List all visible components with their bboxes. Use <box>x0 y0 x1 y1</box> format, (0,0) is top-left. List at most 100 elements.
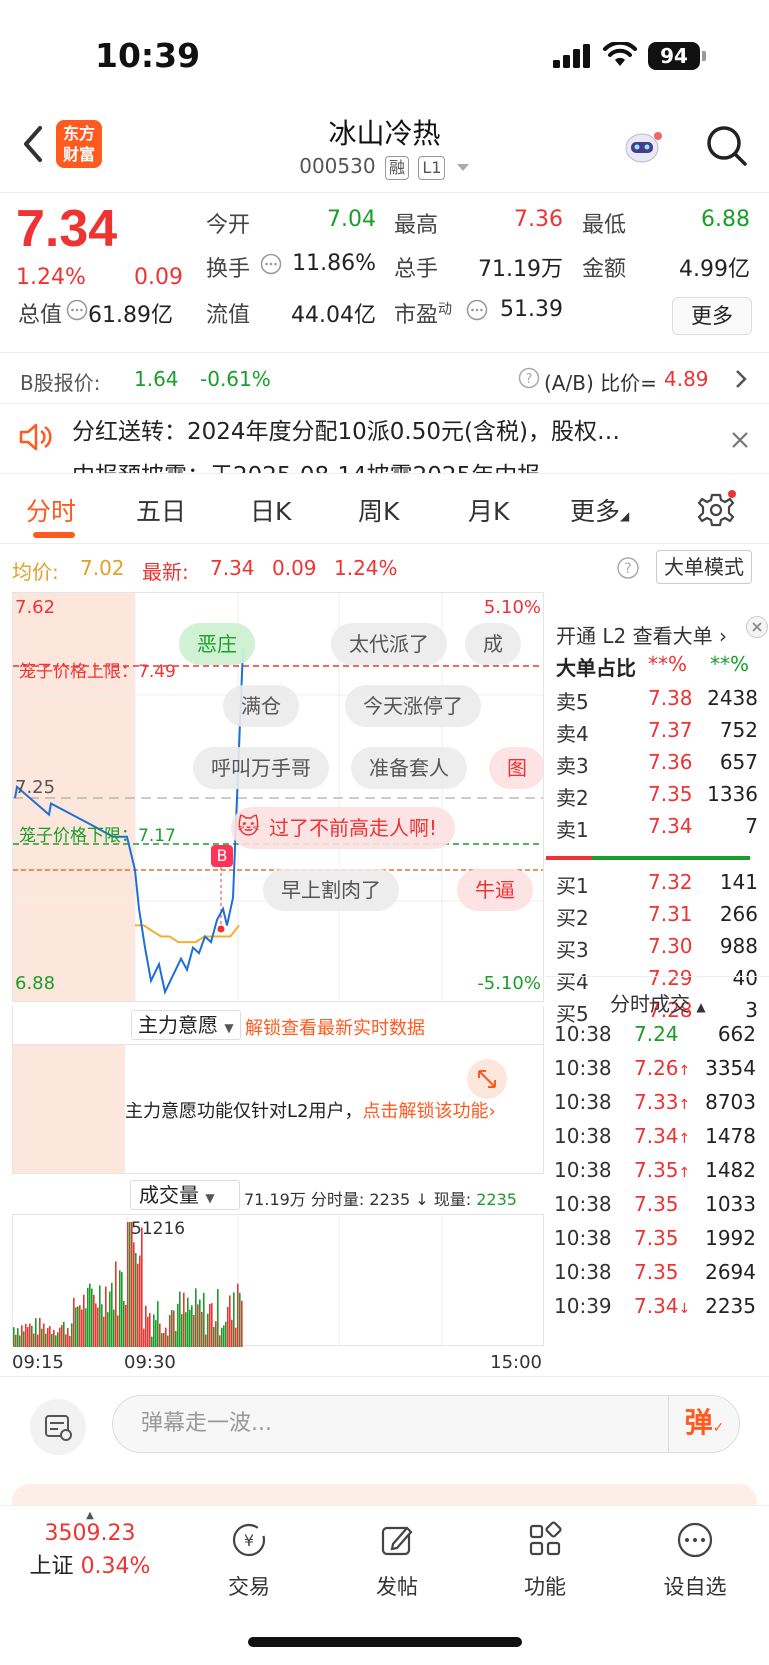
nav-trade[interactable]: ¥ 交易 <box>194 1520 304 1601</box>
tab-monthly-k[interactable]: 月K <box>468 492 509 528</box>
index-ticker[interactable]: ▲ 3509.23 上证 0.34% <box>20 1510 160 1580</box>
volume-bar <box>241 1300 243 1347</box>
tab-daily-k[interactable]: 日K <box>250 492 291 528</box>
volume-bar <box>15 1334 17 1347</box>
volume-bar <box>105 1286 107 1347</box>
indicator-selector[interactable]: 主力意愿 ▼ <box>131 1010 241 1040</box>
danmu-bubble[interactable]: 牛逼 <box>457 869 533 911</box>
volume-bar <box>163 1332 165 1347</box>
volume-bar <box>31 1325 33 1347</box>
main-force-header: 主力意愿 ▼ 解锁查看最新实时数据 <box>12 1006 544 1044</box>
nav-watchlist[interactable]: 设自选 <box>640 1520 750 1601</box>
tick-price: 7.34↑ <box>634 1124 691 1148</box>
danmu-bubble[interactable]: 准备套人 <box>351 747 467 789</box>
settings-gear-icon[interactable] <box>696 490 736 530</box>
l2-upsell-link[interactable]: 开通 L2 查看大单 › <box>556 620 727 649</box>
more-button[interactable]: 更多 <box>672 297 752 335</box>
tick-row: 10:38 7.35 2694 <box>554 1260 768 1292</box>
volume-bar <box>159 1323 161 1347</box>
info-dots-icon[interactable] <box>66 299 88 321</box>
tick-volume: 1033 <box>705 1192 756 1216</box>
tick-price: 7.35↑ <box>634 1158 691 1182</box>
danmu-bubble[interactable]: 太代派了 <box>331 623 447 665</box>
big-order-mode-button[interactable]: 大单模式 <box>656 550 752 584</box>
ticks-header[interactable]: 分时成交 ▲ <box>610 988 706 1017</box>
help-icon[interactable]: ? <box>518 367 540 389</box>
ask-row[interactable]: 卖4 7.37 752 <box>556 718 769 750</box>
ask-row[interactable]: 卖1 7.34 7 <box>556 814 769 846</box>
notice-line-2: 中报预披露：于2025-08-14披露2025年中报 <box>72 456 540 473</box>
robot-assistant-icon[interactable] <box>620 126 664 166</box>
danmu-bubble[interactable]: 今天涨停了 <box>345 685 481 727</box>
bshare-row[interactable]: B股报价: 1.64 -0.61% ? (A/B) 比价= 4.89 <box>0 352 769 404</box>
tick-row: 10:38 7.35↑ 1482 <box>554 1158 768 1190</box>
bid-row[interactable]: 买2 7.31 266 <box>556 902 769 934</box>
volume-bar <box>93 1294 95 1347</box>
intraday-chart[interactable]: 7.62 7.25 6.88 5.10% -5.10% 笼子价格上限：7.49 … <box>12 592 544 1002</box>
volume-bar <box>173 1310 175 1347</box>
buy-signal-badge[interactable]: B <box>211 845 233 867</box>
danmu-bubble[interactable]: 早上割肉了 <box>263 869 399 911</box>
buy-point-marker <box>217 925 225 933</box>
time-label: 09:30 <box>124 1352 176 1373</box>
ask-price: 7.35 <box>648 782 693 806</box>
danmu-bubble[interactable]: 恶庄 <box>179 623 255 665</box>
search-icon[interactable] <box>705 124 747 166</box>
danmu-bubble-highlight[interactable]: 🐱 过了不前高走人啊! <box>231 807 456 849</box>
time-label: 09:15 <box>12 1352 64 1373</box>
ask-row[interactable]: 卖3 7.36 657 <box>556 750 769 782</box>
volume-chart[interactable]: 51216 <box>12 1214 544 1347</box>
volume-bar <box>39 1317 41 1347</box>
bid-row[interactable]: 买3 7.30 988 <box>556 934 769 966</box>
danmu-bubble[interactable]: 图 <box>489 747 543 789</box>
danmu-send-button[interactable]: 弹✓ <box>668 1395 740 1453</box>
info-dots-icon[interactable] <box>466 299 488 321</box>
bid-volume: 266 <box>719 902 758 926</box>
tick-time: 10:38 <box>554 1056 612 1080</box>
danmu-settings-icon[interactable] <box>30 1399 86 1455</box>
tick-price: 7.33↑ <box>634 1090 691 1114</box>
amount-label: 金额 <box>582 257 627 282</box>
tab-more[interactable]: 更多◢ <box>570 492 629 528</box>
close-icon[interactable] <box>730 430 750 450</box>
volume-bar <box>203 1292 205 1347</box>
index-value: 3509.23 <box>44 1521 136 1546</box>
danmu-input[interactable]: 弹幕走一波... <box>112 1395 740 1453</box>
close-icon[interactable] <box>746 616 768 638</box>
nav-post[interactable]: 发帖 <box>342 1520 452 1601</box>
danmu-bubble[interactable]: 满仓 <box>223 685 299 727</box>
ratio-label: (A/B) 比价= <box>544 371 657 395</box>
pct-top-label: 5.10% <box>483 597 541 618</box>
volume-bar <box>157 1301 159 1347</box>
danmu-bubble[interactable]: 成 <box>465 623 521 665</box>
volume-bar <box>53 1329 55 1347</box>
bid-row[interactable]: 买1 7.32 141 <box>556 870 769 902</box>
volume-bar <box>47 1328 49 1347</box>
volume-bar <box>165 1327 167 1347</box>
bid-price: 7.31 <box>648 902 693 926</box>
volume-bar <box>25 1323 27 1347</box>
danmu-bubble[interactable]: 呼叫万手哥 <box>193 747 329 789</box>
time-axis: 09:15 09:30 15:00 <box>12 1348 544 1376</box>
margin-tag: 融 <box>384 156 409 180</box>
expand-icon[interactable] <box>467 1059 507 1099</box>
ask-row[interactable]: 卖2 7.35 1336 <box>556 782 769 814</box>
volume-selector[interactable]: 成交量 ▼ <box>130 1180 240 1210</box>
tab-five-day[interactable]: 五日 <box>136 492 186 528</box>
volume-bar <box>147 1316 149 1347</box>
tab-weekly-k[interactable]: 周K <box>358 492 399 528</box>
tab-fenshi[interactable]: 分时 <box>26 492 76 528</box>
volume-header: 成交量 ▼ 71.19万 分时量: 2235 ↓ 现量: 2235 <box>12 1178 544 1214</box>
notice-line-1: 分红送转：2024年度分配10派0.50元(含税)，股权… <box>72 419 620 445</box>
unlock-feature-link[interactable]: 点击解锁该功能 <box>362 1101 488 1122</box>
nav-function[interactable]: 功能 <box>490 1520 600 1601</box>
unlock-realtime-link[interactable]: 解锁查看最新实时数据 <box>245 1014 425 1040</box>
notice-banner[interactable]: 分红送转：2024年度分配10派0.50元(含税)，股权… 中报预披露：于202… <box>0 404 769 474</box>
stock-code: 000530 <box>299 154 376 178</box>
volume-bar <box>103 1316 105 1347</box>
help-icon[interactable]: ? <box>616 556 640 580</box>
info-dots-icon[interactable] <box>260 253 282 275</box>
latest-label: 最新: <box>142 560 189 584</box>
ask-row[interactable]: 卖5 7.38 2438 <box>556 686 769 718</box>
chart-tabs: 分时 五日 日K 周K 月K 更多◢ <box>0 474 769 544</box>
